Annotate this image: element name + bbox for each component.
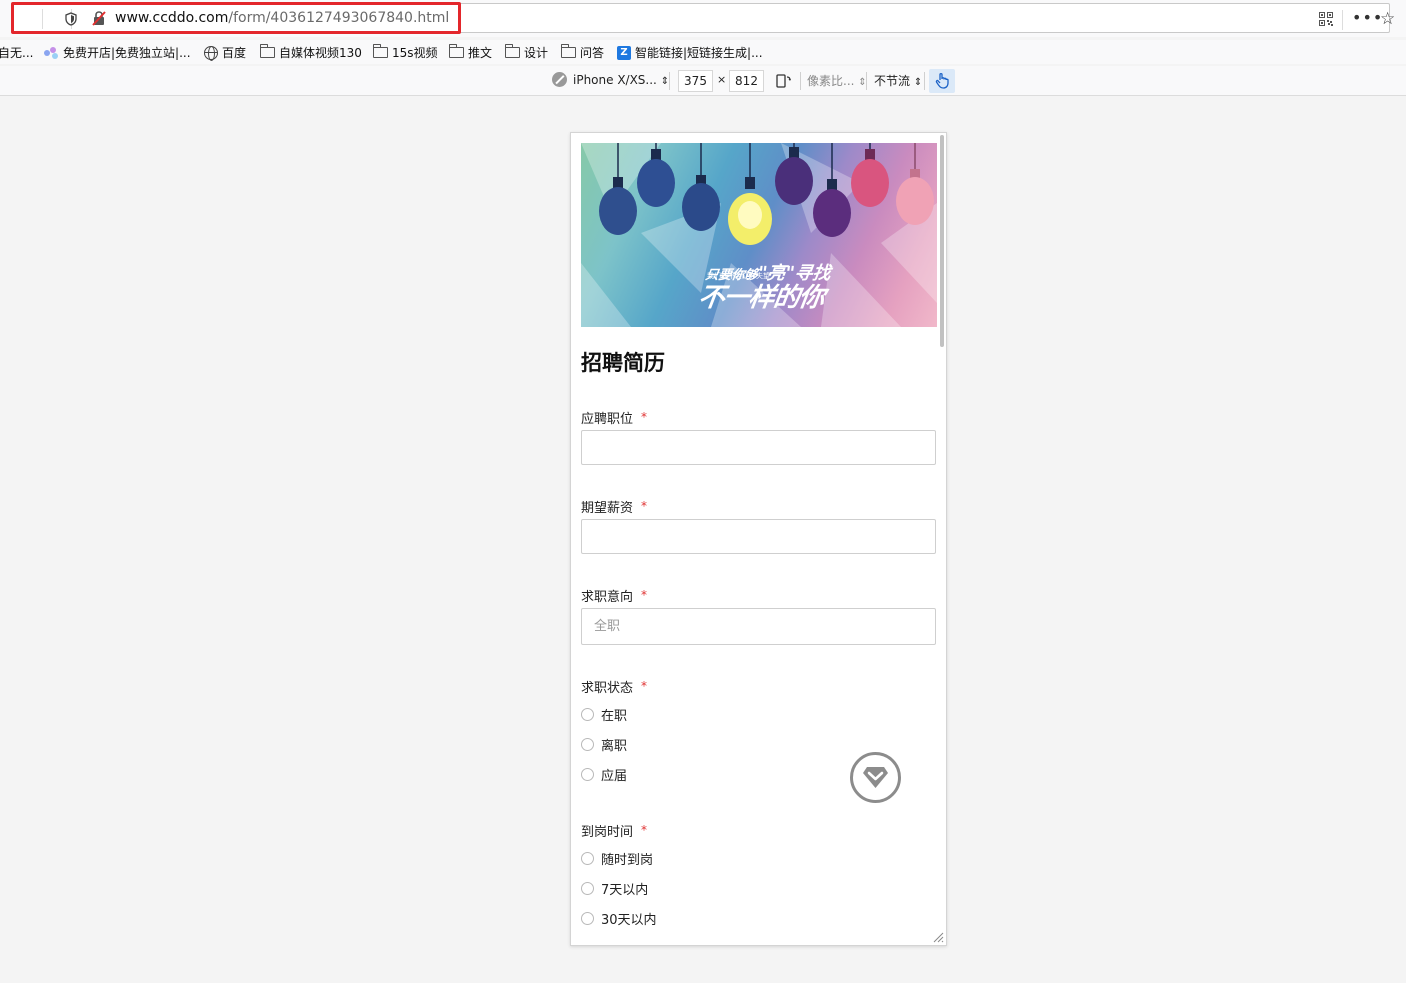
folder-icon — [561, 44, 576, 58]
globe-icon — [204, 45, 218, 61]
folder-icon — [505, 44, 520, 58]
radio-option[interactable]: 30天以内 — [581, 909, 657, 928]
dimension-separator: × — [717, 73, 727, 86]
recruitment-banner: 只要你够"亮"寻找 我们就不会让你失望 不一样的你 — [581, 143, 937, 327]
folder-icon — [449, 44, 464, 58]
radio-circle[interactable] — [581, 768, 594, 781]
toolbar-separator — [800, 72, 801, 90]
viewport-width-input[interactable]: 375 — [678, 70, 713, 92]
url-bar-row: www.ccddo.com/form/4036127493067840.html… — [0, 0, 1406, 37]
label-text: 求职意向 — [581, 590, 634, 605]
required-mark: * — [641, 823, 648, 837]
bookmark-label: 设计 — [524, 46, 549, 60]
bookmark-item[interactable]: 百度 — [204, 44, 246, 61]
toolbar-separator — [866, 72, 867, 90]
radio-label: 应届 — [601, 769, 628, 784]
bookmark-item[interactable]: 免费开店|免费独立站|... — [44, 44, 191, 61]
throttle-label: 不节流 — [874, 74, 911, 88]
required-mark: * — [641, 588, 648, 602]
bookmark-label: 免费开店|免费独立站|... — [63, 46, 191, 60]
radio-option[interactable]: 离职 — [581, 735, 627, 754]
radio-circle[interactable] — [581, 912, 594, 925]
radio-circle[interactable] — [581, 852, 594, 865]
field-label-arrival: 到岗时间 * — [581, 821, 647, 840]
multicolor-dots-icon — [44, 46, 59, 59]
bookmark-label: 智能链接|短链接生成|... — [635, 46, 763, 60]
throttle-selector[interactable]: 不节流 ⇕ — [874, 72, 922, 89]
label-text: 期望薪资 — [581, 501, 634, 516]
url-highlight-box — [11, 2, 461, 34]
floating-diamond-button[interactable] — [850, 752, 901, 803]
touch-hand-icon — [935, 72, 949, 89]
phone-viewport: 只要你够"亮"寻找 我们就不会让你失望 不一样的你 招聘简历 应聘职位 * 期望薪… — [570, 132, 947, 946]
bookmark-item[interactable]: 推文 — [449, 44, 492, 61]
qr-code-icon[interactable] — [1319, 12, 1333, 26]
radio-label: 30天以内 — [601, 913, 657, 928]
device-name: iPhone X/XS... — [573, 73, 657, 87]
folder-icon — [373, 44, 388, 58]
radio-label: 7天以内 — [601, 883, 649, 898]
bookmark-item[interactable]: 自媒体视频130 — [260, 44, 362, 61]
radio-label: 在职 — [601, 709, 628, 724]
toolbar-separator — [669, 72, 670, 90]
chevron-updown-icon: ⇕ — [913, 77, 923, 88]
required-mark: * — [641, 679, 648, 693]
radio-label: 随时到岗 — [601, 853, 654, 868]
more-actions-icon[interactable]: ••• — [1352, 10, 1383, 26]
bookmark-item[interactable]: 自无... — [0, 44, 33, 61]
required-mark: * — [641, 410, 648, 424]
bookmark-item[interactable]: Z 智能链接|短链接生成|... — [617, 44, 763, 61]
label-text: 应聘职位 — [581, 412, 634, 427]
field-label-salary: 期望薪资 * — [581, 497, 647, 516]
field-label-status: 求职状态 * — [581, 677, 647, 696]
radio-option[interactable]: 7天以内 — [581, 879, 648, 898]
scrollbar-thumb[interactable] — [940, 135, 944, 347]
resize-grip-icon[interactable] — [932, 931, 944, 943]
device-selector[interactable]: iPhone X/XS... ⇕ — [552, 72, 669, 87]
touch-simulation-button[interactable] — [929, 69, 955, 93]
folder-icon — [260, 44, 275, 58]
radio-option[interactable]: 在职 — [581, 705, 627, 724]
diamond-icon — [863, 767, 888, 788]
url-separator — [1342, 10, 1343, 30]
rotate-device-icon[interactable] — [776, 74, 791, 88]
bookmarks-toolbar: 自无... 免费开店|免费独立站|... 百度 自媒体视频130 15s视频 推… — [0, 40, 1406, 64]
toolbar-separator — [924, 72, 925, 90]
bookmark-label: 自无... — [0, 46, 34, 60]
required-mark: * — [641, 499, 648, 513]
label-text: 到岗时间 — [581, 825, 634, 840]
bookmark-label: 推文 — [468, 46, 493, 60]
position-input[interactable] — [581, 430, 936, 465]
radio-label: 离职 — [601, 739, 628, 754]
intention-select[interactable]: 全职 — [581, 608, 936, 645]
radio-option[interactable]: 应届 — [581, 765, 627, 784]
bookmark-label: 问答 — [580, 46, 605, 60]
label-text: 求职状态 — [581, 681, 634, 696]
chevron-updown-icon: ⇕ — [660, 76, 670, 87]
bookmark-label: 自媒体视频130 — [279, 46, 362, 60]
bookmark-label: 15s视频 — [392, 46, 438, 60]
bookmark-item[interactable]: 问答 — [561, 44, 604, 61]
radio-circle[interactable] — [581, 738, 594, 751]
link-icon: Z — [617, 45, 631, 60]
network-off-icon — [552, 72, 567, 87]
salary-input[interactable] — [581, 519, 936, 554]
field-label-intention: 求职意向 * — [581, 586, 647, 605]
field-label-position: 应聘职位 * — [581, 408, 647, 427]
bookmark-item[interactable]: 15s视频 — [373, 44, 438, 61]
dpr-label: 像素比... — [807, 74, 855, 88]
bookmark-star-icon[interactable]: ☆ — [1380, 9, 1395, 29]
form-title: 招聘简历 — [581, 351, 665, 375]
banner-slogan-line2: 不一样的你 — [696, 283, 826, 313]
radio-circle[interactable] — [581, 708, 594, 721]
radio-circle[interactable] — [581, 882, 594, 895]
bookmark-label: 百度 — [222, 46, 247, 60]
viewport-height-input[interactable]: 812 — [729, 70, 764, 92]
radio-option[interactable]: 随时到岗 — [581, 849, 653, 868]
bookmark-item[interactable]: 设计 — [505, 44, 548, 61]
responsive-design-toolbar: iPhone X/XS... ⇕ 375 × 812 像素比... ⇕ 不节流 … — [0, 66, 1406, 96]
dpr-selector[interactable]: 像素比... ⇕ — [807, 72, 867, 89]
